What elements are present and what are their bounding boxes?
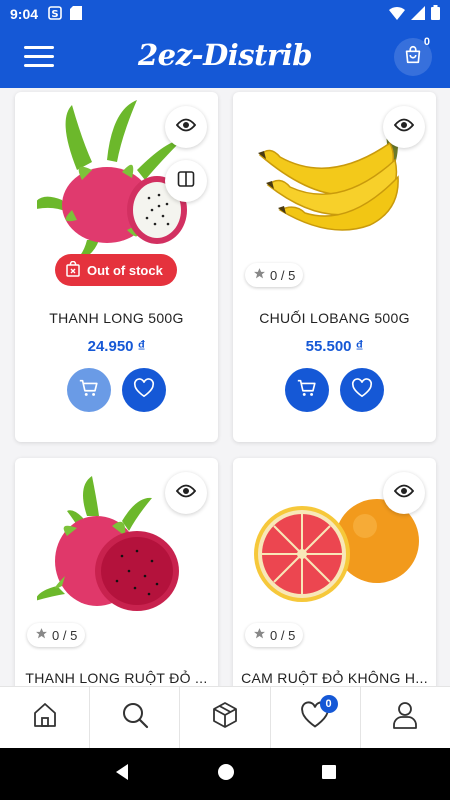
rating-value: 0 / 5	[270, 627, 296, 643]
nav-favorites[interactable]: 0	[271, 687, 361, 748]
system-nav-bar	[0, 748, 450, 800]
status-time: 9:04	[10, 6, 39, 22]
cart-count-badge: 0	[423, 36, 430, 48]
shopping-bag-icon	[402, 44, 424, 71]
rating-badge: 0 / 5	[245, 623, 304, 647]
add-to-cart-button[interactable]	[67, 368, 111, 412]
battery-icon	[431, 5, 440, 23]
app-bar: 2ez-Distrib 0	[0, 28, 450, 88]
rating-badge: 0 / 5	[27, 623, 86, 647]
home-icon	[31, 701, 59, 734]
product-name[interactable]: CHUỐI LOBANG 500G	[241, 310, 428, 326]
eye-icon	[393, 118, 415, 137]
cart-button[interactable]: 0	[394, 36, 432, 76]
search-icon	[120, 700, 150, 735]
add-to-cart-button[interactable]	[285, 368, 329, 412]
recents-icon[interactable]	[321, 764, 337, 785]
app-title: 2ez-Distrib	[137, 38, 313, 72]
compare-icon	[177, 170, 195, 193]
star-icon	[35, 627, 48, 643]
product-name[interactable]: THANH LONG 500G	[23, 310, 210, 326]
cart-icon	[78, 377, 100, 404]
favorites-count-badge: 0	[319, 695, 338, 713]
back-icon[interactable]	[113, 763, 131, 786]
package-icon	[210, 700, 240, 735]
nav-search[interactable]	[90, 687, 181, 748]
nav-products[interactable]	[180, 687, 271, 748]
rating-value: 0 / 5	[52, 627, 78, 643]
wifi-icon	[389, 6, 405, 23]
add-to-wishlist-button[interactable]	[340, 368, 384, 412]
product-grid: Out of stock THANH LONG 500G 24.950 ₫ 0 …	[0, 88, 450, 686]
eye-icon	[175, 118, 197, 137]
product-price: 55.500 ₫	[305, 338, 364, 355]
nav-account[interactable]	[361, 687, 450, 748]
product-card[interactable]: Out of stock THANH LONG 500G 24.950 ₫	[15, 92, 218, 442]
product-name[interactable]: THANH LONG RUỘT ĐỎ ...	[23, 670, 210, 686]
product-card[interactable]: 0 / 5 CHUỐI LOBANG 500G 55.500 ₫	[233, 92, 436, 442]
quick-view-button[interactable]	[383, 106, 425, 148]
out-of-stock-badge: Out of stock	[55, 254, 177, 286]
heart-icon	[133, 377, 155, 403]
eye-icon	[175, 484, 197, 503]
out-of-stock-label: Out of stock	[87, 262, 163, 278]
bag-x-icon	[65, 260, 81, 280]
product-card[interactable]: 0 / 5 THANH LONG RUỘT ĐỎ ...	[15, 458, 218, 686]
heart-icon	[351, 377, 373, 403]
user-icon	[391, 700, 419, 735]
sync-icon: S	[48, 5, 62, 23]
bottom-nav: 0	[0, 686, 450, 748]
nav-home[interactable]	[0, 687, 91, 748]
signal-icon	[411, 5, 425, 23]
compare-button[interactable]	[165, 160, 207, 202]
quick-view-button[interactable]	[165, 106, 207, 148]
rating-badge: 0 / 5	[245, 263, 304, 287]
star-icon	[253, 627, 266, 643]
star-icon	[253, 267, 266, 283]
home-circle-icon[interactable]	[217, 763, 235, 786]
rating-value: 0 / 5	[270, 267, 296, 283]
product-price: 24.950 ₫	[87, 338, 146, 355]
product-name[interactable]: CAM RUỘT ĐỎ KHÔNG H...	[241, 670, 428, 686]
product-card[interactable]: 0 / 5 CAM RUỘT ĐỎ KHÔNG H...	[233, 458, 436, 686]
quick-view-button[interactable]	[165, 472, 207, 514]
svg-text:S: S	[51, 9, 58, 20]
sd-card-icon	[70, 5, 83, 23]
cart-icon	[296, 377, 318, 404]
quick-view-button[interactable]	[383, 472, 425, 514]
status-bar: 9:04 S	[0, 0, 450, 28]
add-to-wishlist-button[interactable]	[122, 368, 166, 412]
eye-icon	[393, 484, 415, 503]
